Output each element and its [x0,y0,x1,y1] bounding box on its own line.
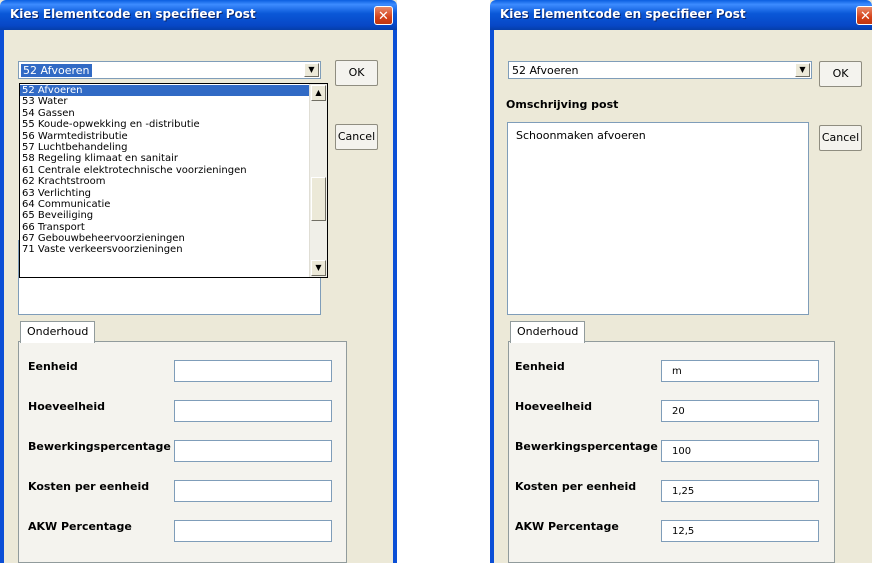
window-title: Kies Elementcode en specifieer Post [10,7,256,21]
kosten-per-eenheid-input[interactable]: 1,25 [661,480,819,502]
bewerkingspercentage-value: 100 [672,446,692,457]
akw-percentage-label: AKW Percentage [515,520,619,533]
dropdown-item[interactable]: 52 Afvoeren [20,85,310,97]
right-dialog-window: Kies Elementcode en specifieer Post ✕ 52… [490,0,872,563]
dropdown-item[interactable]: 67 Gebouwbeheervoorzieningen [20,233,310,244]
window-title: Kies Elementcode en specifieer Post [500,7,746,21]
hoeveelheid-label: Hoeveelheid [28,400,106,413]
tab-onderhoud[interactable]: Onderhoud [510,321,586,343]
close-icon[interactable]: ✕ [374,6,393,25]
akw-percentage-value: 12,5 [672,526,695,537]
close-icon[interactable]: ✕ [856,6,872,25]
description-text: Schoonmaken afvoeren [516,129,646,142]
window-border-right [393,30,397,563]
dropdown-item[interactable]: 63 Verlichting [20,188,310,199]
kosten-per-eenheid-label: Kosten per eenheid [28,480,150,493]
window-border-left [490,30,494,563]
scroll-thumb[interactable] [311,177,326,221]
akw-percentage-label: AKW Percentage [28,520,132,533]
window-border-left [0,30,4,563]
chevron-down-icon[interactable]: ▼ [795,63,810,77]
dropdown-item[interactable]: 53 Water [20,96,310,107]
hoeveelheid-value: 20 [672,406,685,417]
title-bar[interactable]: Kies Elementcode en specifieer Post ✕ [490,0,872,30]
hoeveelheid-input[interactable]: 20 [661,400,819,422]
tab-onderhoud[interactable]: Onderhoud [20,321,96,343]
scroll-up-icon[interactable]: ▲ [311,85,326,101]
dropdown-item[interactable]: 55 Koude-opwekking en -distributie [20,119,310,130]
ok-button[interactable]: OK [819,61,862,87]
dropdown-item[interactable]: 61 Centrale elektrotechnische voorzienin… [20,165,310,176]
dropdown-item[interactable]: 58 Regeling klimaat en sanitair [20,153,310,164]
dropdown-item[interactable]: 57 Luchtbehandeling [20,142,310,153]
cancel-button[interactable]: Cancel [335,124,378,150]
eenheid-input[interactable]: m [661,360,819,382]
dropdown-item[interactable]: 56 Warmtedistributie [20,131,310,142]
bewerkingspercentage-input[interactable]: 100 [661,440,819,462]
element-code-combo[interactable]: 52 Afvoeren ▼ [508,61,812,79]
left-dialog-window: Kies Elementcode en specifieer Post ✕ 52… [0,0,397,563]
description-memo[interactable]: Schoonmaken afvoeren [507,122,809,315]
dropdown-item[interactable]: 65 Beveiliging [20,210,310,221]
title-bar[interactable]: Kies Elementcode en specifieer Post ✕ [0,0,397,30]
eenheid-value: m [672,366,682,377]
combo-selected-value: 52 Afvoeren [512,64,579,77]
dropdown-item[interactable]: 64 Communicatie [20,199,310,210]
hoeveelheid-label: Hoeveelheid [515,400,593,413]
eenheid-label: Eenheid [515,360,565,373]
kosten-per-eenheid-label: Kosten per eenheid [515,480,637,493]
description-label: Omschrijving post [506,98,619,111]
dropdown-item[interactable]: 54 Gassen [20,108,310,119]
kosten-per-eenheid-value: 1,25 [672,486,695,497]
cancel-button[interactable]: Cancel [819,125,862,151]
eenheid-label: Eenheid [28,360,78,373]
akw-percentage-input[interactable]: 12,5 [661,520,819,542]
bewerkingspercentage-label: Bewerkingspercentage [28,440,171,453]
dropdown-item[interactable]: 62 Krachtstroom [20,176,310,187]
hoeveelheid-input[interactable] [174,400,332,422]
element-code-combo[interactable]: 52 Afvoeren ▼ [18,61,321,79]
bewerkingspercentage-label: Bewerkingspercentage [515,440,658,453]
ok-button[interactable]: OK [335,60,378,86]
bewerkingspercentage-input[interactable] [174,440,332,462]
dropdown-items: 52 Afvoeren 53 Water 54 Gassen 55 Koude-opw… [20,85,310,256]
element-code-dropdown-list[interactable]: 52 Afvoeren 53 Water 54 Gassen 55 Koude-opw… [19,83,328,278]
eenheid-input[interactable] [174,360,332,382]
kosten-per-eenheid-input[interactable] [174,480,332,502]
dropdown-item[interactable]: 66 Transport [20,222,310,233]
scroll-down-icon[interactable]: ▼ [311,260,326,276]
chevron-down-icon[interactable]: ▼ [304,63,319,77]
dropdown-item[interactable]: 71 Vaste verkeersvoorzieningen [20,244,310,255]
dropdown-scrollbar[interactable]: ▲ ▼ [309,84,327,277]
combo-selected-value: 52 Afvoeren [21,64,92,77]
akw-percentage-input[interactable] [174,520,332,542]
